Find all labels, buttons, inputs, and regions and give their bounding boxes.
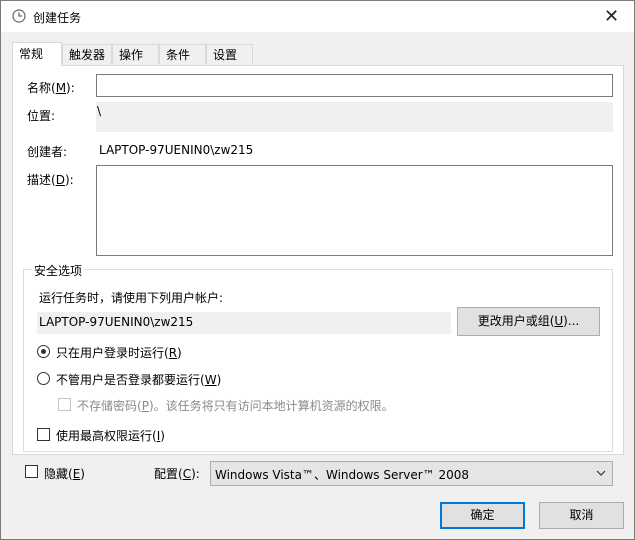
tab-label: 常规 (19, 47, 44, 61)
location-label: 位置: (27, 109, 56, 123)
window-title: 创建任务 (33, 11, 82, 25)
tab-label: 条件 (166, 48, 191, 62)
user-account-field: LAPTOP-97UENIN0\zw215 (37, 312, 451, 334)
no-store-password-checkbox[interactable] (58, 398, 71, 411)
configure-label: 配置(C): (154, 467, 200, 481)
configure-for-value: Windows Vista™、Windows Server™ 2008 (215, 468, 470, 482)
close-button[interactable]: ✕ (589, 1, 634, 32)
run-whether-logged-label[interactable]: 不管用户是否登录都要运行(W) (56, 371, 221, 388)
title-bar[interactable]: 创建任务 ✕ (1, 1, 634, 32)
chevron-down-icon (596, 470, 606, 476)
name-label: 名称(M): (27, 81, 75, 95)
description-textarea[interactable] (96, 165, 613, 256)
create-task-dialog: 创建任务 ✕ 常规 触发器 操作 条件 设置 名称(M): 位置: \ 创建者:… (0, 0, 635, 540)
name-input[interactable] (96, 74, 613, 97)
tab-label: 操作 (119, 48, 144, 62)
location-field: \ (96, 102, 613, 132)
clock-icon (12, 9, 26, 23)
run-logged-on-radio[interactable] (37, 345, 50, 358)
tab-general[interactable]: 常规 (12, 42, 62, 66)
run-logged-on-label[interactable]: 只在用户登录时运行(R) (56, 344, 182, 361)
tab-triggers[interactable]: 触发器 (62, 44, 112, 64)
user-account-value: LAPTOP-97UENIN0\zw215 (39, 315, 194, 329)
description-label: 描述(D): (27, 173, 74, 187)
change-user-button[interactable]: 更改用户或组(U)... (457, 307, 600, 336)
ok-button[interactable]: 确定 (440, 502, 525, 529)
security-options-title: 安全选项 (32, 262, 85, 279)
tab-actions[interactable]: 操作 (112, 44, 159, 64)
tab-label: 设置 (213, 48, 238, 62)
author-value: LAPTOP-97UENIN0\zw215 (99, 143, 254, 157)
cancel-button[interactable]: 取消 (539, 502, 624, 529)
hidden-checkbox[interactable] (25, 465, 38, 478)
location-value: \ (97, 104, 102, 118)
run-whether-logged-radio[interactable] (37, 372, 50, 385)
highest-privileges-label[interactable]: 使用最高权限运行(I) (56, 427, 165, 444)
tab-label: 触发器 (69, 48, 106, 62)
run-as-label: 运行任务时，请使用下列用户帐户: (39, 291, 224, 305)
tab-conditions[interactable]: 条件 (159, 44, 206, 64)
hidden-label[interactable]: 隐藏(E) (44, 465, 85, 482)
author-label: 创建者: (27, 145, 68, 159)
highest-privileges-checkbox[interactable] (37, 428, 50, 441)
tab-settings[interactable]: 设置 (206, 44, 253, 64)
no-store-password-label: 不存储密码(P)。该任务将只有访问本地计算机资源的权限。 (77, 399, 394, 413)
configure-for-select[interactable]: Windows Vista™、Windows Server™ 2008 (210, 461, 613, 486)
